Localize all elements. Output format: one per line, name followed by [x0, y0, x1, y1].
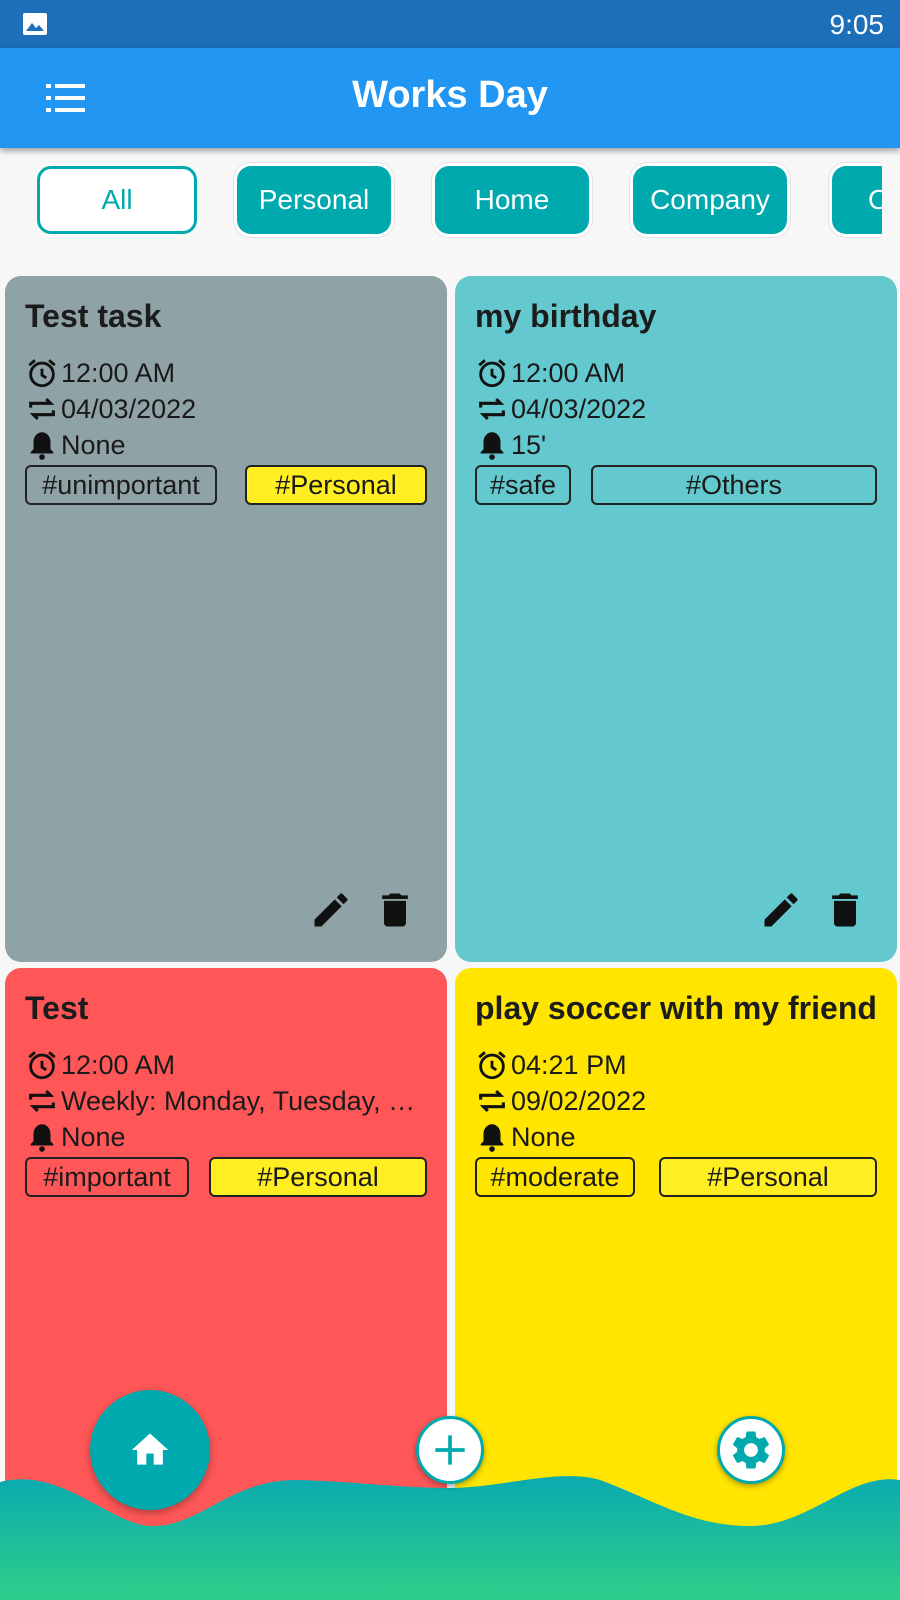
bell-icon [480, 432, 504, 460]
status-time: 9:05 [829, 9, 885, 40]
filter-chip-personal[interactable]: Personal [237, 166, 391, 234]
task-repeat: 04/03/2022 [511, 393, 647, 424]
task-time: 12:00 AM [511, 357, 626, 388]
task-reminder: 15' [511, 429, 547, 460]
task-time: 12:00 AM [61, 1049, 176, 1080]
repeat-icon [29, 397, 55, 421]
image-icon [23, 13, 47, 35]
gear-icon [732, 1431, 769, 1469]
task-title: my birthday [475, 298, 657, 334]
trash-icon[interactable] [823, 888, 867, 932]
task-reminder: None [61, 1121, 126, 1152]
bell-icon [480, 1124, 504, 1152]
settings-button[interactable] [717, 1416, 785, 1484]
pencil-icon[interactable] [759, 888, 803, 932]
filter-chip-company[interactable]: Company [633, 166, 787, 234]
task-reminder: None [61, 429, 126, 460]
task-card[interactable]: my birthday 12:00 AM 04/03/2022 15' #saf… [455, 276, 897, 962]
category-tag: #Others [591, 465, 877, 505]
trash-icon[interactable] [373, 888, 417, 932]
task-time: 12:00 AM [61, 357, 176, 388]
status-bar: 9:05 [0, 0, 900, 48]
task-reminder: None [511, 1121, 576, 1152]
task-repeat: 04/03/2022 [61, 393, 197, 424]
add-task-button[interactable] [416, 1416, 484, 1484]
plus-icon [435, 1435, 465, 1465]
task-card[interactable]: Test task 12:00 AM 04/03/2022 None #unim… [5, 276, 447, 962]
bell-icon [30, 432, 54, 460]
priority-tag: #safe [475, 465, 571, 505]
task-title: Test [25, 990, 89, 1026]
category-filter-bar[interactable]: All Personal Home Company O [0, 148, 882, 266]
task-repeat: 09/02/2022 [511, 1085, 647, 1116]
category-tag: #Personal [659, 1157, 877, 1197]
task-time: 04:21 PM [511, 1049, 627, 1080]
app-title: Works Day [352, 74, 548, 116]
repeat-icon [479, 1089, 505, 1113]
task-repeat: Weekly: Monday, Tuesday, … [61, 1085, 416, 1116]
priority-tag: #important [25, 1157, 189, 1197]
pencil-icon[interactable] [309, 888, 353, 932]
filter-chip-others[interactable]: O [832, 166, 882, 234]
alarm-icon [28, 359, 56, 388]
task-title: play soccer with my friend [475, 990, 877, 1026]
category-tag: #Personal [245, 465, 427, 505]
repeat-icon [479, 397, 505, 421]
filter-chip-home[interactable]: Home [435, 166, 589, 234]
filter-chip-all[interactable]: All [37, 166, 197, 234]
bell-icon [30, 1124, 54, 1152]
alarm-icon [28, 1051, 56, 1080]
category-tag: #Personal [209, 1157, 427, 1197]
alarm-icon [478, 1051, 506, 1080]
app-bar: Works Day [0, 48, 900, 148]
priority-tag: #moderate [475, 1157, 635, 1197]
home-icon [131, 1433, 169, 1465]
task-title: Test task [25, 298, 162, 334]
home-button[interactable] [90, 1390, 210, 1510]
priority-tag: #unimportant [25, 465, 217, 505]
repeat-icon [29, 1089, 55, 1113]
alarm-icon [478, 359, 506, 388]
